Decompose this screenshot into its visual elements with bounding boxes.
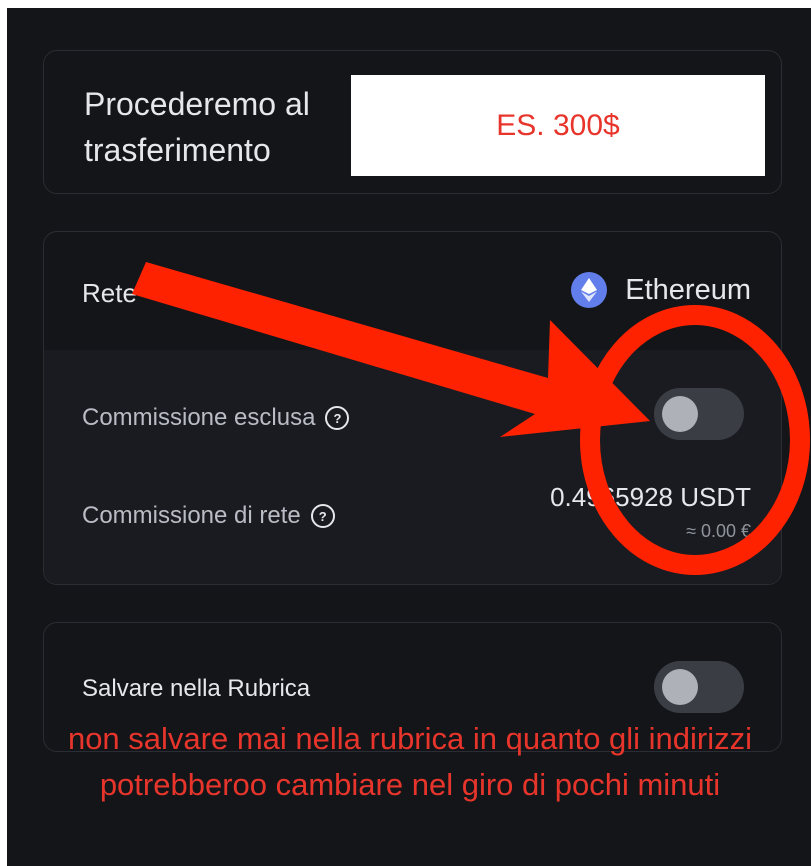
- red-arrow-annotation: [132, 262, 650, 437]
- warning-annotation: non salvare mai nella rubrica in quanto …: [67, 721, 753, 802]
- red-circle-annotation: [580, 305, 810, 575]
